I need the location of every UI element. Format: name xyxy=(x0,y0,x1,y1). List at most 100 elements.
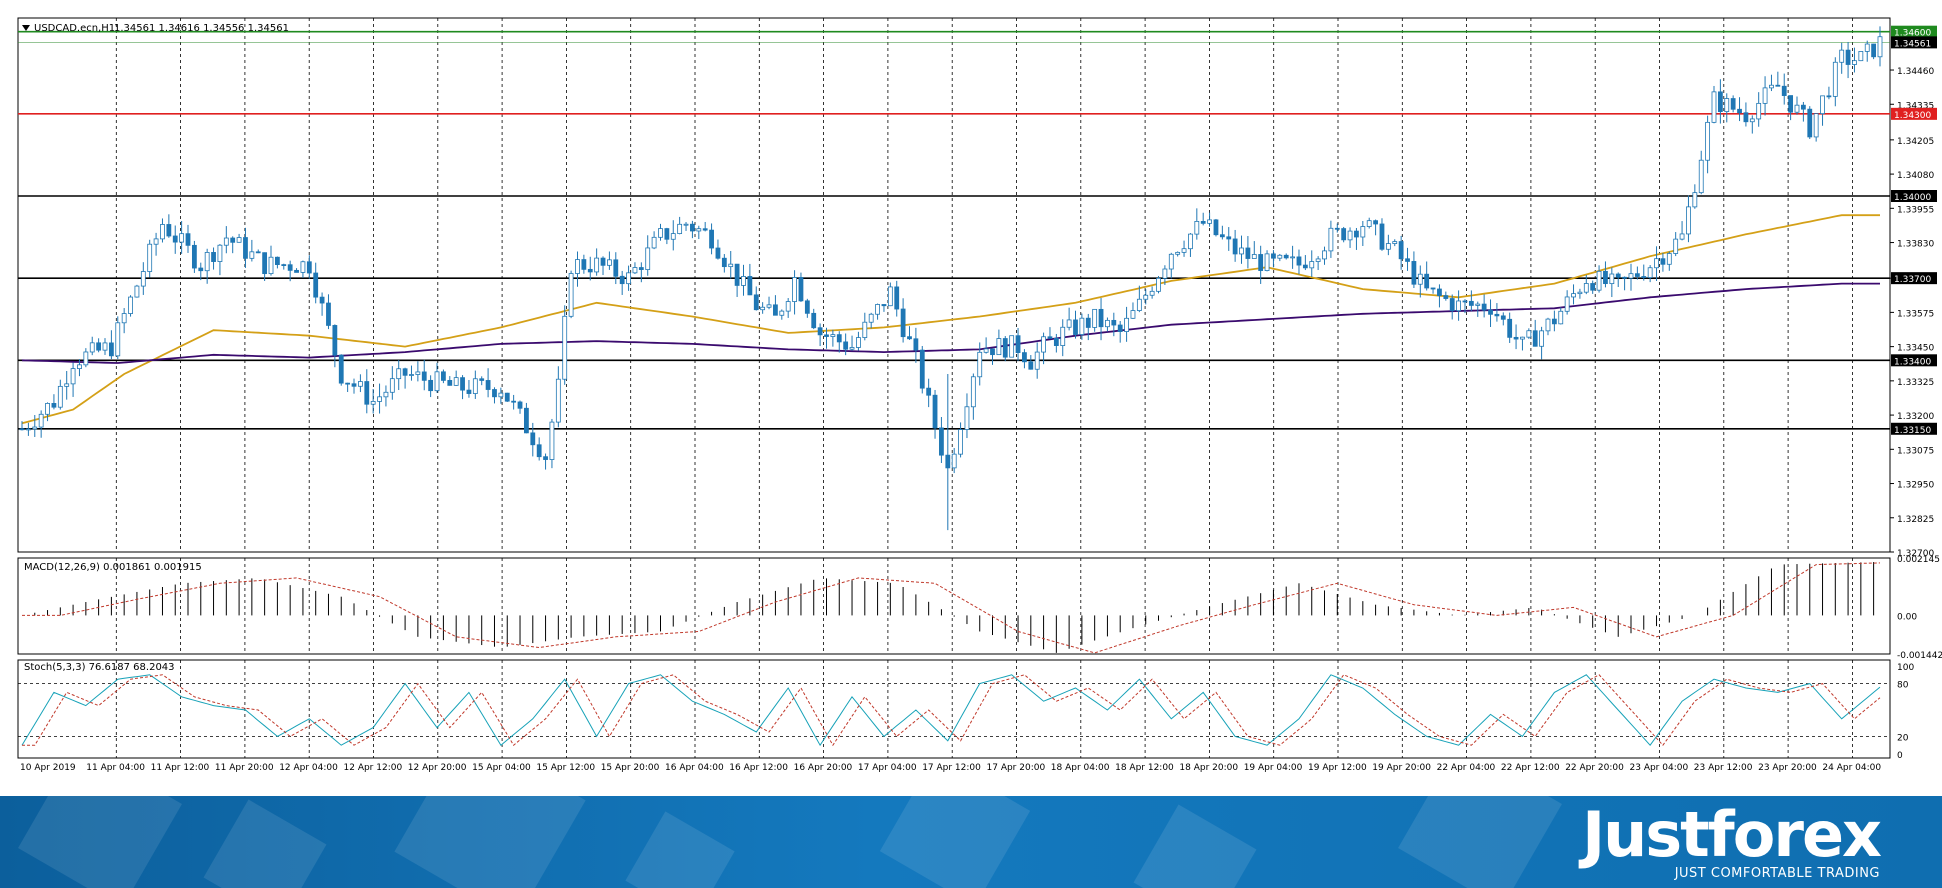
candle-body xyxy=(1698,159,1704,194)
candle-body xyxy=(1641,276,1647,278)
candle-body xyxy=(1060,326,1066,346)
candle-body xyxy=(1430,287,1436,290)
candle-body xyxy=(1571,293,1576,298)
candle-body xyxy=(1877,36,1883,58)
y-tick-label: 1.32950 xyxy=(1897,481,1934,491)
chart-ohlc: 1.34561 1.34616 1.34556 1.34561 xyxy=(114,23,289,34)
candle-body xyxy=(134,285,140,298)
candle-body xyxy=(1520,336,1525,340)
x-tick-label: 12 Apr 04:00 xyxy=(279,763,338,773)
candle-body xyxy=(1085,317,1091,328)
candle-body xyxy=(1271,253,1276,259)
brand-logo[interactable]: Justforex xyxy=(1582,800,1882,870)
x-tick-label: 23 Apr 04:00 xyxy=(1630,763,1689,773)
candle-body xyxy=(1277,254,1283,259)
x-tick-label: 19 Apr 20:00 xyxy=(1372,763,1431,773)
candle-body xyxy=(945,454,951,469)
candle-body xyxy=(1769,84,1774,89)
candle-body xyxy=(798,277,804,302)
candle-body xyxy=(600,257,606,266)
candle-body xyxy=(1136,298,1142,311)
candle-body xyxy=(1379,223,1385,250)
candle-body xyxy=(1558,310,1564,325)
candle-body xyxy=(1251,254,1257,259)
candle-body xyxy=(983,348,989,353)
candle-body xyxy=(479,378,485,381)
candle-body xyxy=(25,428,31,431)
candle-body xyxy=(1545,318,1551,332)
candle-body xyxy=(1073,319,1078,335)
candle-body xyxy=(817,327,823,336)
candle-body xyxy=(670,233,676,240)
candle-body xyxy=(1654,258,1659,269)
candle-body xyxy=(1213,219,1219,236)
candle-body xyxy=(1437,288,1442,296)
candle-body xyxy=(1756,102,1762,120)
candle-body xyxy=(1181,248,1187,253)
candle-body xyxy=(907,336,912,340)
candle-body xyxy=(1098,308,1104,328)
candle-body xyxy=(511,400,517,403)
x-tick-label: 19 Apr 04:00 xyxy=(1244,763,1303,773)
candle-body xyxy=(166,224,172,237)
candle-body xyxy=(1130,310,1136,319)
candle-body xyxy=(677,223,683,234)
candle-body xyxy=(128,296,133,314)
candle-body xyxy=(517,401,523,409)
candle-body xyxy=(115,322,121,357)
candle-body xyxy=(1117,324,1123,332)
candle-body xyxy=(1628,273,1634,279)
candle-body xyxy=(1443,295,1449,299)
x-tick-label: 16 Apr 12:00 xyxy=(729,763,788,773)
candle-body xyxy=(575,259,580,274)
candle-body xyxy=(766,304,772,308)
candle-body xyxy=(951,453,957,469)
candle-body xyxy=(281,264,287,266)
candle-body xyxy=(715,247,721,259)
candle-body xyxy=(51,403,57,408)
stoch-y-tick-label: 20 xyxy=(1897,733,1909,743)
candle-body xyxy=(939,427,944,456)
candle-body xyxy=(1775,84,1781,87)
candle-body xyxy=(568,273,574,317)
candle-body xyxy=(313,272,319,298)
candle-body xyxy=(760,306,766,311)
candle-body xyxy=(140,271,146,287)
chart-symbol: USDCAD.ecn,H1 xyxy=(34,23,115,34)
candle-body xyxy=(1481,303,1487,311)
candle-body xyxy=(753,294,759,311)
candle-body xyxy=(996,338,1002,356)
candle-body xyxy=(1258,254,1264,271)
x-tick-label: 18 Apr 20:00 xyxy=(1179,763,1238,773)
candle-body xyxy=(1194,221,1200,235)
candle-body xyxy=(1692,192,1698,208)
stoch-y-tick-label: 80 xyxy=(1897,681,1909,691)
x-tick-label: 16 Apr 20:00 xyxy=(794,763,853,773)
x-tick-label: 17 Apr 04:00 xyxy=(858,763,917,773)
candle-body xyxy=(1660,258,1666,265)
candle-body xyxy=(230,237,236,243)
candle-body xyxy=(472,378,478,394)
candle-body xyxy=(1188,233,1193,250)
x-tick-label: 24 Apr 04:00 xyxy=(1822,763,1881,773)
candle-body xyxy=(728,263,734,268)
candle-body xyxy=(849,347,855,350)
candle-body xyxy=(153,238,159,245)
candle-body xyxy=(900,308,906,338)
candle-body xyxy=(1341,228,1347,241)
candle-body xyxy=(779,310,785,316)
candle-body xyxy=(70,368,76,385)
candle-body xyxy=(709,229,714,249)
candle-body xyxy=(179,233,185,243)
candle-body xyxy=(319,296,325,304)
candle-body xyxy=(683,223,689,226)
candle-body xyxy=(262,252,268,275)
candle-body xyxy=(294,269,299,273)
x-tick-label: 17 Apr 12:00 xyxy=(922,763,981,773)
x-tick-label: 18 Apr 04:00 xyxy=(1051,763,1110,773)
candle-body xyxy=(191,244,197,269)
candle-body xyxy=(300,261,306,273)
candle-body xyxy=(204,252,210,272)
candle-body xyxy=(351,383,357,387)
candle-body xyxy=(160,224,165,240)
